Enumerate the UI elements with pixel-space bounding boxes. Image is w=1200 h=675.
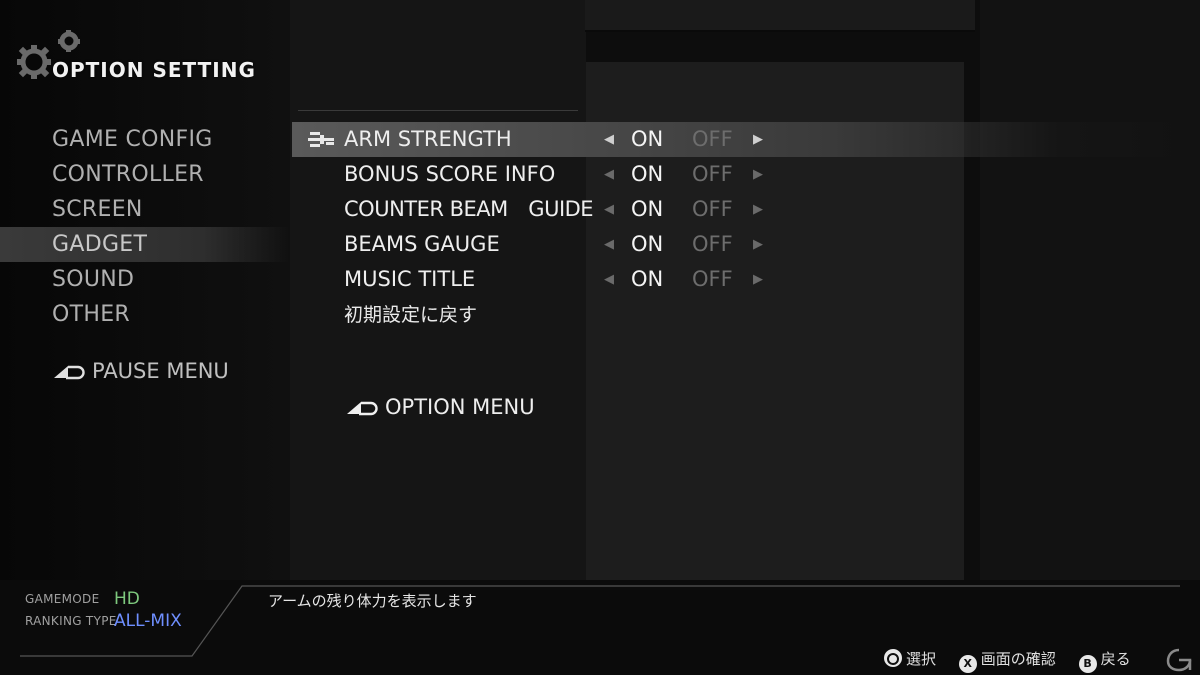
back-arrow-icon — [54, 365, 85, 380]
x-button-icon: X — [958, 655, 977, 673]
left-arrow-icon[interactable]: ◀ — [604, 262, 614, 297]
watermark-logo-icon — [1166, 648, 1192, 672]
value-on: ON — [631, 232, 664, 256]
ship-cursor-icon — [308, 132, 334, 147]
value-on: ON — [631, 267, 664, 291]
pause-menu-label: PAUSE MENU — [92, 359, 229, 383]
category-menu: GAME CONFIG CONTROLLER SCREEN GADGET SOU… — [0, 122, 290, 332]
option-row-music-title[interactable]: MUSIC TITLE ◀ ON OFF ▶ — [292, 262, 1192, 297]
left-arrow-icon[interactable]: ◀ — [604, 157, 614, 192]
option-label: BEAMS GAUGE — [344, 232, 500, 256]
option-row-beams-gauge[interactable]: BEAMS GAUGE ◀ ON OFF ▶ — [292, 227, 1192, 262]
option-menu-label: OPTION MENU — [385, 395, 535, 419]
hint-select[interactable]: 選択 — [884, 648, 936, 670]
gamemode-value: HD — [114, 589, 140, 609]
button-hints: 選択 X 画面の確認 B 戻る — [884, 648, 1149, 673]
option-menu-button[interactable]: OPTION MENU — [345, 392, 535, 422]
left-arrow-icon[interactable]: ◀ — [604, 122, 614, 157]
value-on: ON — [631, 162, 664, 186]
option-label: COUNTER BEAM GUIDE — [344, 197, 594, 221]
circle-button-icon — [884, 649, 902, 667]
category-controller[interactable]: CONTROLLER — [0, 157, 290, 192]
category-other[interactable]: OTHER — [0, 297, 290, 332]
category-game-config[interactable]: GAME CONFIG — [0, 122, 290, 157]
option-row-arm-strength[interactable]: ARM STRENGTH ◀ ON OFF ▶ — [292, 122, 1192, 157]
category-sound[interactable]: SOUND — [0, 262, 290, 297]
option-row-bonus-score-info[interactable]: BONUS SCORE INFO ◀ ON OFF ▶ — [292, 157, 1192, 192]
right-arrow-icon[interactable]: ▶ — [753, 157, 763, 192]
option-label: ARM STRENGTH — [344, 127, 512, 151]
category-gadget[interactable]: GADGET — [0, 227, 290, 262]
right-arrow-icon[interactable]: ▶ — [753, 262, 763, 297]
left-arrow-icon[interactable]: ◀ — [604, 227, 614, 262]
value-off: OFF — [692, 267, 733, 291]
category-screen[interactable]: SCREEN — [0, 192, 290, 227]
ranking-type-label: RANKING TYPE — [25, 614, 117, 628]
page-title: OPTION SETTING — [52, 58, 256, 82]
option-label: MUSIC TITLE — [344, 267, 476, 291]
options-list: ARM STRENGTH ◀ ON OFF ▶ BONUS SCORE INFO… — [292, 122, 1192, 297]
value-on: ON — [631, 197, 664, 221]
right-arrow-icon[interactable]: ▶ — [753, 192, 763, 227]
value-off: OFF — [692, 162, 733, 186]
value-off: OFF — [692, 197, 733, 221]
value-off: OFF — [692, 232, 733, 256]
gamemode-label: GAMEMODE — [25, 592, 100, 606]
option-row-counter-beam-guide[interactable]: COUNTER BEAM GUIDE ◀ ON OFF ▶ — [292, 192, 1192, 227]
option-label: BONUS SCORE INFO — [344, 162, 556, 186]
hint-label: 選択 — [906, 650, 937, 668]
hint-label: 戻る — [1100, 650, 1131, 668]
ranking-type-value: ALL-MIX — [114, 611, 182, 631]
back-arrow-icon — [347, 401, 378, 416]
hint-label: 画面の確認 — [980, 650, 1056, 668]
divider — [298, 110, 578, 111]
background-top-frame — [585, 0, 975, 32]
value-off: OFF — [692, 127, 733, 151]
right-arrow-icon[interactable]: ▶ — [753, 122, 763, 157]
b-button-icon: B — [1078, 655, 1097, 673]
option-description: アームの残り体力を表示します — [268, 592, 477, 610]
background-right-panel — [980, 0, 1200, 675]
background-left-panel — [0, 0, 290, 675]
reset-defaults-button[interactable]: 初期設定に戻す — [344, 300, 477, 327]
right-arrow-icon[interactable]: ▶ — [753, 227, 763, 262]
left-arrow-icon[interactable]: ◀ — [604, 192, 614, 227]
value-on: ON — [631, 127, 664, 151]
header: OPTION SETTING — [14, 28, 314, 88]
pause-menu-button[interactable]: PAUSE MENU — [52, 356, 229, 386]
hint-view-screen[interactable]: X 画面の確認 — [958, 648, 1056, 673]
hint-back[interactable]: B 戻る — [1078, 648, 1131, 673]
